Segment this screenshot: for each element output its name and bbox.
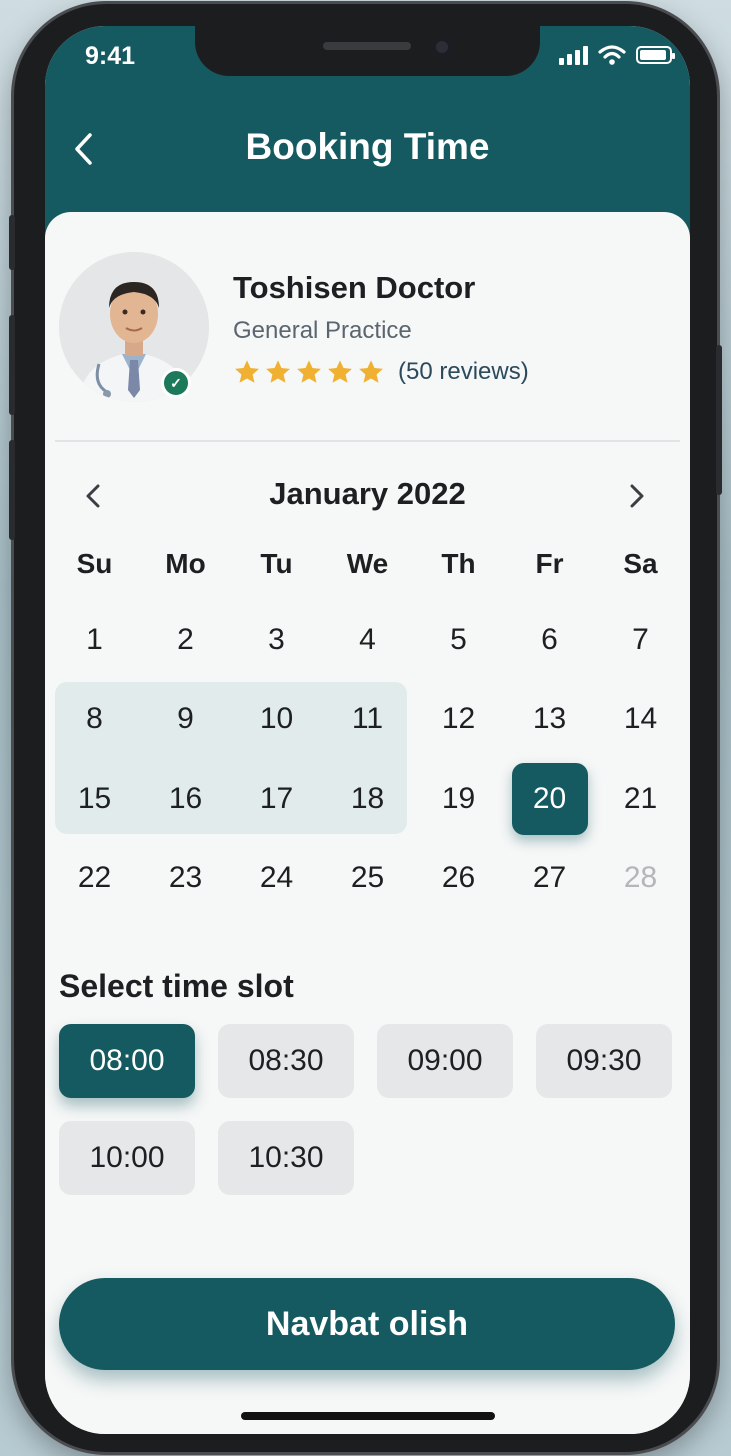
star-icon — [297, 360, 321, 383]
calendar-day[interactable]: 5 — [413, 600, 504, 680]
calendar-day[interactable]: 3 — [231, 600, 322, 680]
calendar-day[interactable]: 6 — [504, 600, 595, 680]
time-slot[interactable]: 10:00 — [59, 1121, 195, 1195]
calendar-day[interactable]: 25 — [322, 839, 413, 919]
volume-down-button — [9, 440, 15, 540]
calendar-day[interactable]: 28 — [595, 839, 686, 919]
calendar-day[interactable]: 18 — [322, 759, 413, 839]
calendar-day[interactable]: 2 — [140, 600, 231, 680]
calendar-day[interactable]: 9 — [140, 680, 231, 760]
star-icon — [266, 360, 290, 383]
mute-switch — [9, 215, 15, 270]
status-time: 9:41 — [85, 42, 136, 70]
calendar-day[interactable]: 22 — [49, 839, 140, 919]
front-camera — [431, 36, 453, 58]
screen: 9:41 Booking Time ✓ Toshisen Doctor Gene… — [45, 26, 690, 1434]
calendar-day[interactable]: 12 — [413, 680, 504, 760]
home-indicator — [241, 1412, 495, 1420]
weekday-label: Su — [76, 548, 113, 579]
weekday-label: Th — [441, 548, 476, 579]
page-title: Booking Time — [245, 126, 490, 167]
battery-icon — [636, 46, 675, 64]
month-title: January 2022 — [269, 476, 466, 511]
doctor-name: Toshisen Doctor — [233, 270, 476, 305]
calendar-day[interactable]: 14 — [595, 680, 686, 760]
weekday-label: Tu — [260, 548, 293, 579]
calendar-day[interactable]: 15 — [49, 759, 140, 839]
time-slots-title: Select time slot — [59, 968, 294, 1004]
calendar-day[interactable]: 19 — [413, 759, 504, 839]
time-slot[interactable]: 10:30 — [218, 1121, 354, 1195]
weekday-label: Sa — [623, 548, 658, 579]
wifi-icon — [598, 45, 626, 65]
next-month-button[interactable] — [617, 476, 657, 516]
status-icons — [559, 44, 675, 66]
calendar-day[interactable]: 26 — [413, 839, 504, 919]
power-button — [716, 345, 722, 495]
calendar-day[interactable]: 16 — [140, 759, 231, 839]
booking-card: ✓ Toshisen Doctor General Practice (50 r… — [45, 212, 690, 1434]
speaker — [323, 42, 411, 50]
chevron-right-icon — [630, 484, 644, 508]
calendar-day[interactable]: 8 — [49, 680, 140, 760]
rating: (50 reviews) — [233, 358, 529, 386]
weekday-header: Su Mo Tu We Th Fr Sa — [49, 548, 686, 580]
calendar-day[interactable]: 24 — [231, 839, 322, 919]
calendar-day-selected[interactable]: 20 — [504, 759, 595, 839]
calendar-day[interactable]: 17 — [231, 759, 322, 839]
weekday-label: Mo — [165, 548, 206, 579]
calendar-day[interactable]: 13 — [504, 680, 595, 760]
calendar-day[interactable]: 23 — [140, 839, 231, 919]
calendar-day[interactable]: 21 — [595, 759, 686, 839]
calendar-day[interactable]: 27 — [504, 839, 595, 919]
doctor-specialty: General Practice — [233, 317, 412, 344]
weekday-label: We — [346, 548, 389, 579]
calendar-day[interactable]: 11 — [322, 680, 413, 760]
calendar-day[interactable]: 10 — [231, 680, 322, 760]
calendar-day[interactable]: 4 — [322, 600, 413, 680]
time-slots: 08:00 08:30 09:00 09:30 10:00 10:30 — [59, 1024, 679, 1195]
star-icon — [359, 360, 383, 383]
calendar-days: 1 2 3 4 5 6 7 8 9 10 11 12 13 14 15 16 17 18 19 20 21 22 23 24 2… — [49, 600, 686, 918]
verified-badge-icon: ✓ — [161, 368, 191, 398]
calendar-day[interactable]: 7 — [595, 600, 686, 680]
reviews-count: (50 reviews) — [398, 358, 529, 385]
time-slot[interactable]: 08:30 — [218, 1024, 354, 1098]
time-slot[interactable]: 09:30 — [536, 1024, 672, 1098]
notch — [195, 26, 540, 76]
time-slot-selected[interactable]: 08:00 — [59, 1024, 195, 1098]
divider — [55, 440, 680, 442]
volume-up-button — [9, 315, 15, 415]
signal-icon — [559, 45, 588, 65]
calendar-day[interactable]: 1 — [49, 600, 140, 680]
book-appointment-button[interactable]: Navbat olish — [59, 1278, 675, 1370]
time-slot[interactable]: 09:00 — [377, 1024, 513, 1098]
star-icon — [235, 360, 259, 383]
star-icon — [328, 360, 352, 383]
weekday-label: Fr — [535, 548, 564, 579]
